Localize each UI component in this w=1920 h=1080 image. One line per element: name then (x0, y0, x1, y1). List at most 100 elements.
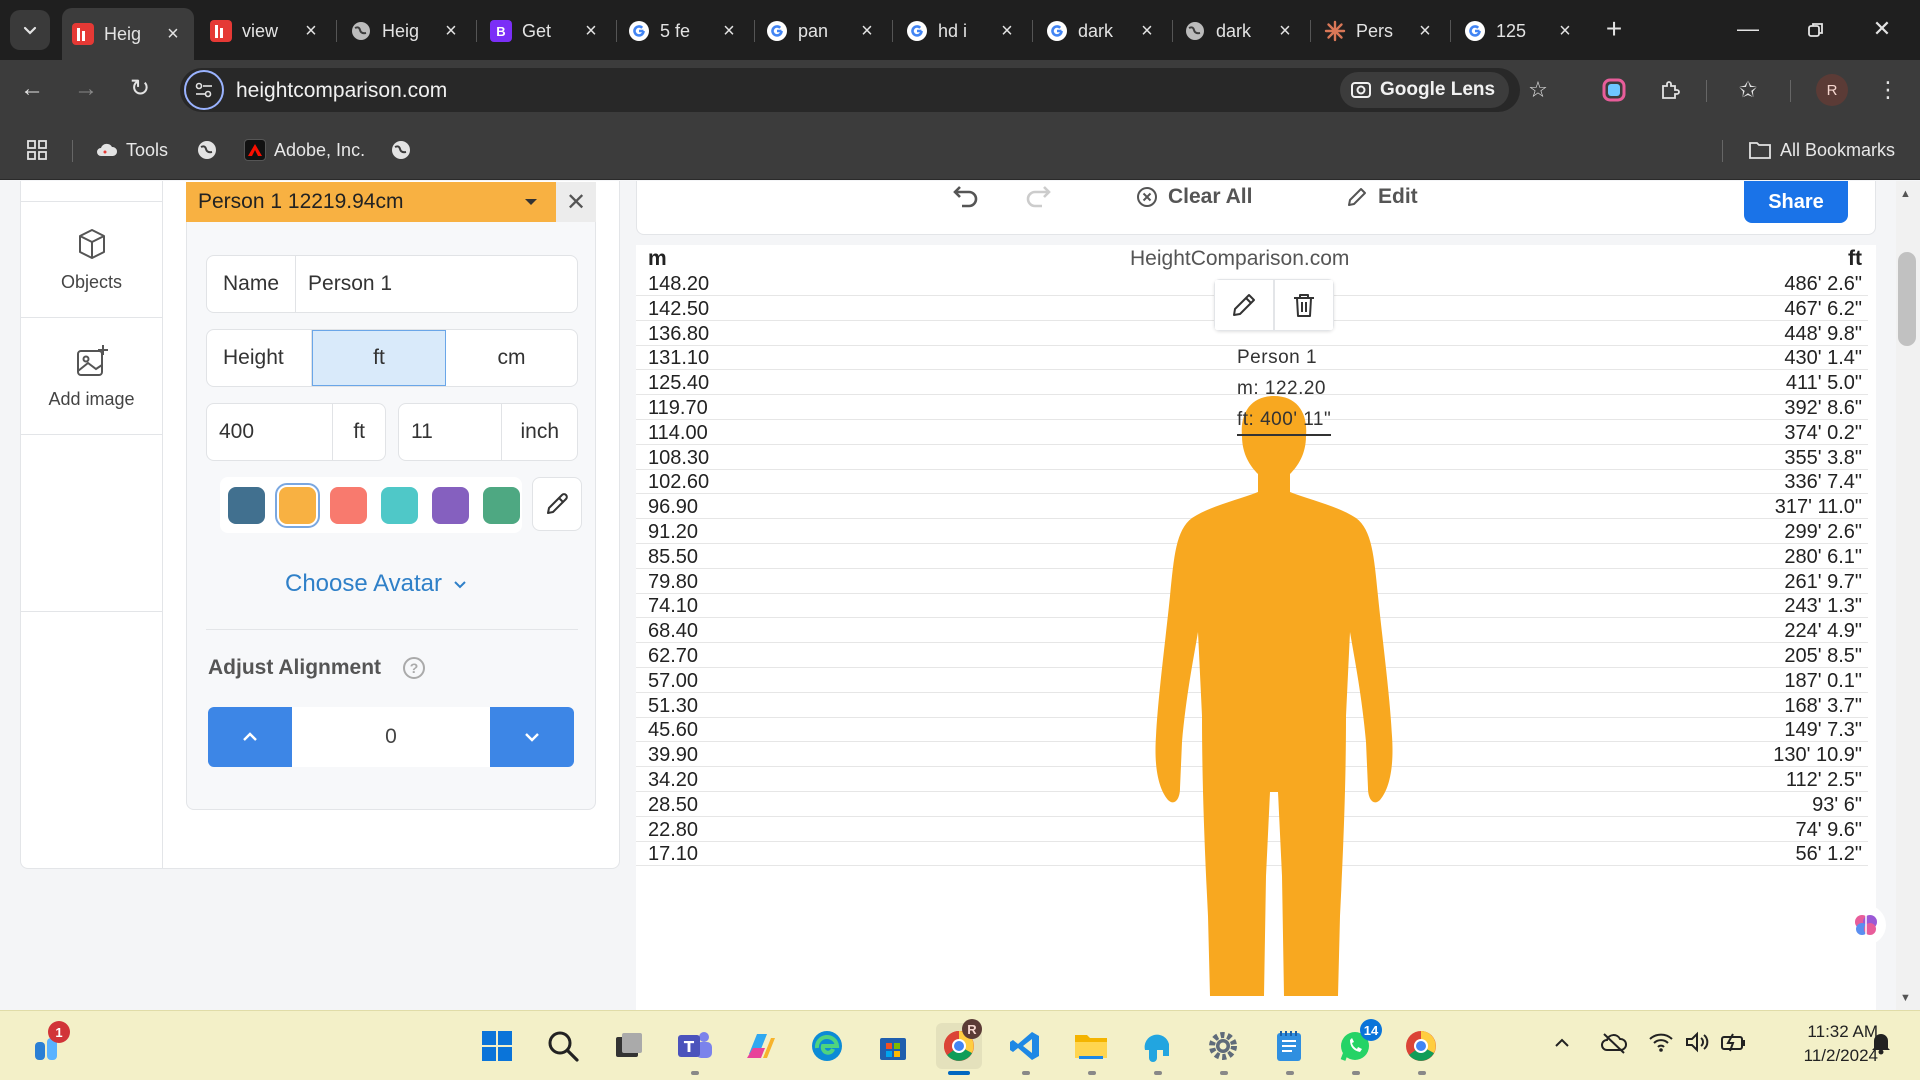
person-panel-header[interactable]: Person 1 12219.94cm (186, 182, 556, 222)
close-tab-icon[interactable]: × (580, 20, 602, 43)
browser-tab[interactable]: view × (200, 10, 332, 52)
store-button[interactable] (870, 1023, 916, 1069)
extension-color-button[interactable] (1596, 72, 1632, 108)
browser-menu-button[interactable]: ⋮ (1870, 72, 1906, 108)
wifi-tray-button[interactable] (1648, 1031, 1674, 1058)
bookmark-adobe[interactable]: Adobe, Inc. (244, 136, 365, 164)
close-tab-icon[interactable]: × (162, 23, 184, 46)
tab-search-button[interactable] (10, 10, 50, 50)
settings-button[interactable] (1200, 1023, 1246, 1069)
browser-tab[interactable]: B Get × (480, 10, 612, 52)
volume-tray-button[interactable] (1684, 1031, 1710, 1058)
browser-tab[interactable]: Heig × (340, 10, 472, 52)
color-swatch[interactable] (381, 486, 418, 524)
color-picker-button[interactable] (532, 477, 582, 531)
close-tab-icon[interactable]: × (856, 20, 878, 43)
edit-button[interactable]: Edit (1346, 181, 1418, 213)
back-button[interactable]: ← (14, 72, 50, 108)
close-tab-icon[interactable]: × (440, 20, 462, 43)
color-swatch[interactable] (432, 486, 469, 524)
google-lens-button[interactable]: Google Lens (1340, 72, 1510, 108)
restore-button[interactable] (1796, 12, 1836, 48)
close-window-button[interactable]: ✕ (1862, 12, 1902, 48)
teams-button[interactable]: T (672, 1023, 718, 1069)
battery-tray-button[interactable] (1720, 1031, 1748, 1058)
browser-tab[interactable]: Pers × (1314, 10, 1446, 52)
delete-person-button[interactable] (1274, 279, 1334, 331)
close-tab-icon[interactable]: × (1554, 20, 1576, 43)
clear-all-button[interactable]: Clear All (1136, 181, 1252, 213)
copilot-button[interactable] (738, 1023, 784, 1069)
edge-button[interactable] (804, 1023, 850, 1069)
feet-input[interactable]: 400 (207, 404, 334, 460)
bookmark-globe[interactable] (196, 136, 218, 164)
close-panel-button[interactable]: ✕ (556, 182, 596, 222)
undo-button[interactable] (950, 181, 982, 211)
close-tab-icon[interactable]: × (718, 20, 740, 43)
file-explorer-button[interactable] (1068, 1023, 1114, 1069)
extensions-button[interactable] (1652, 72, 1688, 108)
share-button[interactable]: Share (1744, 181, 1848, 223)
minimize-button[interactable]: — (1728, 12, 1768, 48)
notepad-button[interactable] (1266, 1023, 1312, 1069)
browser-tab[interactable]: 5 fe × (618, 10, 750, 52)
reading-list-button[interactable]: ✩ (1730, 72, 1766, 108)
app-elephant-button[interactable] (1134, 1023, 1180, 1069)
sidebar-item-add-image[interactable]: Add image (21, 318, 162, 435)
apps-button[interactable] (26, 136, 48, 164)
unit-cm-toggle[interactable]: cm (446, 330, 577, 386)
unit-ft-toggle[interactable]: ft (312, 330, 446, 386)
widgets-badge: 1 (48, 1021, 70, 1043)
start-button[interactable] (474, 1023, 520, 1069)
close-tab-icon[interactable]: × (996, 20, 1018, 43)
url-text[interactable]: heightcomparison.com (236, 79, 447, 103)
bookmark-tools[interactable]: Tools (96, 136, 168, 164)
color-swatch[interactable] (275, 482, 320, 528)
tab-title: Heig (382, 20, 420, 41)
reload-button[interactable]: ↻ (122, 72, 158, 108)
name-input[interactable]: Person 1 (296, 256, 577, 312)
task-view-button[interactable] (606, 1023, 652, 1069)
browser-tab[interactable]: dark × (1174, 10, 1306, 52)
inch-input[interactable]: 11 (399, 404, 503, 460)
close-tab-icon[interactable]: × (300, 20, 322, 43)
close-tab-icon[interactable]: × (1274, 20, 1296, 43)
color-swatch[interactable] (483, 486, 520, 524)
scroll-up-icon[interactable]: ▲ (1900, 188, 1911, 200)
new-tab-button[interactable]: + (1596, 12, 1632, 48)
tick-label-m: 142.50 (648, 297, 710, 320)
alignment-value[interactable]: 0 (292, 707, 490, 767)
site-info-button[interactable] (184, 70, 224, 110)
search-button[interactable] (540, 1023, 586, 1069)
onedrive-tray-button[interactable] (1600, 1031, 1628, 1060)
browser-tab[interactable]: pan × (756, 10, 888, 52)
close-tab-icon[interactable]: × (1414, 20, 1436, 43)
tray-overflow-button[interactable] (1552, 1033, 1572, 1058)
browser-tab[interactable]: 125 × (1454, 10, 1586, 52)
floating-extension-button[interactable] (1846, 905, 1886, 945)
choose-avatar-button[interactable]: Choose Avatar (285, 570, 468, 598)
scroll-down-icon[interactable]: ▼ (1900, 992, 1911, 1004)
alignment-down-button[interactable] (490, 707, 574, 767)
vscode-button[interactable] (1002, 1023, 1048, 1069)
browser-tab[interactable]: hd i × (896, 10, 1028, 52)
alignment-up-button[interactable] (208, 707, 292, 767)
taskbar-clock[interactable]: 11:32 AM 11/2/2024 (1768, 1020, 1878, 1068)
color-swatch[interactable] (228, 486, 265, 524)
edit-person-button[interactable] (1214, 279, 1274, 331)
person-silhouette[interactable] (1154, 396, 1394, 997)
close-tab-icon[interactable]: × (1136, 20, 1158, 43)
redo-button[interactable] (1022, 181, 1054, 211)
chrome-profile-2-button[interactable] (1398, 1023, 1444, 1069)
bookmark-globe-2[interactable] (390, 136, 412, 164)
profile-avatar[interactable]: R (1816, 74, 1848, 106)
browser-tab[interactable]: dark × (1036, 10, 1168, 52)
all-bookmarks-button[interactable]: All Bookmarks (1748, 136, 1895, 164)
color-swatch[interactable] (330, 486, 367, 524)
bookmark-star-button[interactable]: ☆ (1520, 72, 1556, 108)
sidebar-item-objects[interactable]: Objects (21, 201, 162, 318)
browser-tab[interactable]: Heig × (62, 8, 194, 60)
help-icon[interactable]: ? (403, 657, 426, 679)
scrollbar-thumb[interactable] (1898, 252, 1916, 346)
forward-button[interactable]: → (68, 72, 104, 108)
